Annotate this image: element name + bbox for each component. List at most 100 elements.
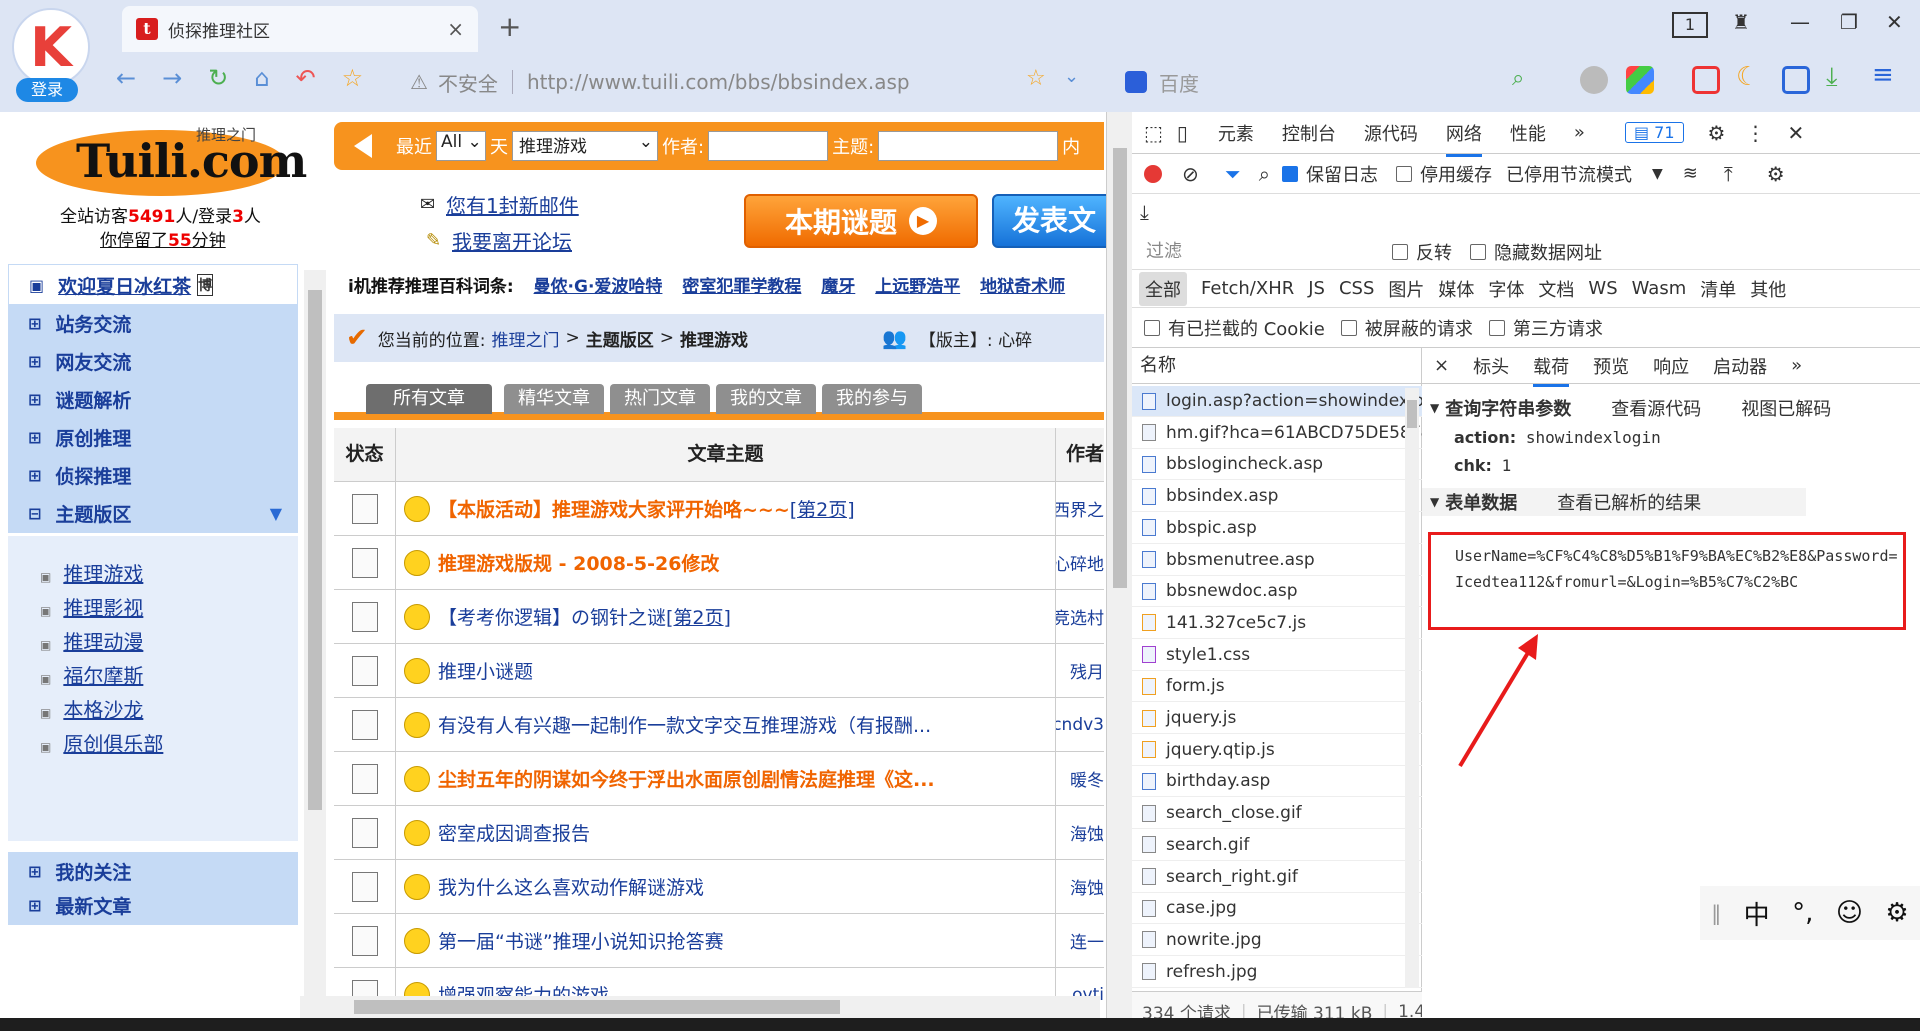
form-data-value[interactable]: UserName=%CF%C4%C8%D5%B1%F9%BA%EC%B2%E8&… (1428, 532, 1906, 630)
author-input[interactable] (708, 131, 829, 161)
scrollbar-thumb[interactable] (1407, 400, 1417, 428)
close-devtools-icon[interactable]: ✕ (1787, 121, 1804, 145)
table-row[interactable]: 密室成因调查报告 海蚀 (334, 806, 1104, 860)
close-window-icon[interactable]: ✕ (1886, 10, 1903, 34)
wiki-link[interactable]: 魔牙 (821, 277, 855, 297)
inspect-icon[interactable]: ⬚ (1144, 121, 1163, 145)
request-row[interactable]: hm.gif?hca=61ABCD75DE58F87 (1132, 418, 1422, 449)
type-filter-all[interactable]: 全部 (1139, 271, 1187, 306)
view-decoded-button[interactable]: 视图已解码 (1741, 395, 1831, 421)
type-filter[interactable]: JS (1308, 278, 1325, 299)
new-mail-link[interactable]: 您有1封新邮件 (446, 190, 579, 219)
search-box[interactable]: 百度 (1125, 62, 1565, 102)
night-mode-icon[interactable]: ☾ (1736, 62, 1759, 92)
bookmark-star-icon[interactable]: ☆ (1026, 66, 1046, 91)
filter-icon[interactable]: ⏷ (1225, 162, 1241, 186)
request-row[interactable]: bbsmenutree.asp (1132, 545, 1422, 576)
table-row[interactable]: 尘封五年的阴谋如今终于浮出水面原创剧情法庭推理《这... 暖冬 (334, 752, 1104, 806)
home-icon[interactable]: ⌂ (254, 64, 269, 92)
pdf-icon[interactable] (1692, 66, 1720, 94)
sidebar-subitem[interactable]: 福尔摩斯 (40, 660, 143, 689)
ime-punctuation-toggle[interactable]: °, (1792, 898, 1813, 928)
download-har-icon[interactable]: ⤓ (1140, 200, 1149, 224)
breadcrumb-section[interactable]: 主题版区 (586, 326, 654, 351)
request-row[interactable]: bbsindex.asp (1132, 481, 1422, 513)
post-title-link[interactable]: 我为什么这么喜欢动作解谜游戏 (438, 873, 704, 900)
sidebar-subitem[interactable]: 推理游戏 (40, 558, 143, 587)
sidebar-item-site-affairs[interactable]: ⊞ 站务交流 (8, 304, 298, 346)
request-row[interactable]: search_right.gif (1132, 862, 1422, 893)
tab-performance[interactable]: 性能 (1510, 120, 1546, 146)
network-settings-icon[interactable]: ⚙ (1767, 162, 1785, 186)
type-filter[interactable]: 字体 (1488, 276, 1524, 302)
chevron-down-icon[interactable]: ▼ (1652, 166, 1663, 182)
clear-icon[interactable]: ⊘ (1182, 162, 1199, 186)
post-author[interactable]: 海蚀 (1056, 860, 1104, 913)
undo-close-icon[interactable]: ↶ (296, 64, 316, 92)
sidebar-subitem[interactable]: 推理动漫 (40, 626, 143, 655)
post-author[interactable]: 连一 (1056, 914, 1104, 967)
leave-forum-link[interactable]: 我要离开论坛 (452, 226, 572, 255)
site-logo[interactable]: Tuili.com 推理之门 (36, 124, 307, 204)
menu-icon[interactable]: ≡ (1872, 60, 1894, 90)
request-row[interactable]: search.gif (1132, 830, 1422, 861)
sidebar-item-latest[interactable]: ⊞ 最新文章 (8, 886, 298, 928)
forward-icon[interactable]: → (162, 64, 182, 92)
view-source-button[interactable]: 查看源代码 (1611, 395, 1701, 421)
tab-featured-posts[interactable]: 精华文章 (504, 384, 604, 414)
collapse-arrow-icon[interactable] (354, 134, 372, 158)
request-row[interactable]: bbslogincheck.asp (1132, 449, 1422, 481)
login-button[interactable]: 登录 (16, 78, 78, 102)
ime-settings-icon[interactable]: ⚙ (1885, 898, 1908, 928)
more-detail-tabs-button[interactable]: » (1791, 355, 1802, 376)
request-row[interactable]: birthday.asp (1132, 766, 1422, 798)
ime-grip[interactable]: ‖ (1711, 901, 1721, 925)
sidebar-subitem[interactable]: 本格沙龙 (40, 694, 143, 723)
preserve-log-checkbox[interactable] (1281, 165, 1298, 182)
left-frame-scrollbar[interactable] (304, 270, 326, 1031)
request-row[interactable]: case.jpg (1132, 893, 1422, 925)
sidebar-item-detective[interactable]: ⊞ 侦探推理 (8, 456, 298, 498)
post-title-link[interactable]: 尘封五年的阴谋如今终于浮出水面原创剧情法庭推理《这... (438, 765, 935, 792)
tab-initiator[interactable]: 启动器 (1713, 353, 1767, 379)
post-author[interactable]: 海蚀 (1056, 806, 1104, 859)
scrollbar-thumb[interactable] (1113, 148, 1127, 588)
type-filter[interactable]: 图片 (1388, 276, 1424, 302)
close-detail-button[interactable]: × (1434, 355, 1449, 376)
blocked-cookies-checkbox[interactable] (1144, 319, 1160, 336)
query-params-section[interactable]: ▼ 查询字符串参数 查看源代码 视图已解码 (1422, 394, 1920, 422)
horizontal-scrollbar[interactable] (300, 996, 1100, 1018)
upload-icon[interactable]: ⤒ (1724, 162, 1733, 186)
network-conditions-icon[interactable]: ≋ (1683, 163, 1698, 184)
view-parsed-button[interactable]: 查看已解析的结果 (1557, 489, 1701, 515)
refresh-icon[interactable]: ↻ (208, 64, 228, 92)
filter-input[interactable]: 过滤 (1140, 238, 1380, 266)
post-page-link[interactable]: [第2页] (790, 495, 855, 522)
post-button[interactable]: 发表文 (992, 194, 1106, 248)
url-text[interactable]: http://www.tuili.com/bbs/bbsindex.asp (527, 70, 910, 94)
tab-my-posts[interactable]: 我的文章 (716, 384, 816, 414)
back-icon[interactable]: ← (116, 64, 136, 92)
type-filter[interactable]: 文档 (1538, 276, 1574, 302)
invert-checkbox[interactable] (1392, 243, 1408, 260)
type-filter[interactable]: 其他 (1750, 276, 1786, 302)
request-row[interactable]: jquery.qtip.js (1132, 735, 1422, 766)
dropdown-chevron-icon[interactable]: ⌄ (1064, 66, 1079, 87)
issues-badge[interactable]: ▤ 71 (1624, 122, 1684, 143)
request-row[interactable]: form.js (1132, 671, 1422, 703)
sidebar-item-original[interactable]: ⊞ 原创推理 (8, 418, 298, 460)
ime-language-toggle[interactable]: 中 (1744, 895, 1770, 932)
board-select[interactable]: 推理游戏 ⌄ (512, 131, 658, 161)
type-filter[interactable]: Wasm (1632, 278, 1687, 299)
table-row[interactable]: 推理游戏版规 - 2008-5-26修改 心碎地 (334, 536, 1104, 590)
more-tabs-button[interactable]: » (1574, 122, 1585, 143)
request-row[interactable]: 141.327ce5c7.js (1132, 608, 1422, 639)
table-row[interactable]: 【考考你逻辑】の钢针之谜[第2页]我要竞选村 (334, 590, 1104, 644)
browser-logo[interactable]: K 登录 (10, 8, 92, 102)
device-toggle-icon[interactable]: ▯ (1177, 121, 1188, 145)
settings-icon[interactable]: ⚙ (1708, 121, 1726, 145)
favorite-icon[interactable]: ☆ (342, 64, 364, 92)
breadcrumb-home-link[interactable]: 推理之门 (492, 326, 560, 351)
request-row[interactable]: login.asp?action=showindexlogin (1132, 386, 1422, 417)
browser-tab[interactable]: t 侦探推理社区 × (122, 6, 478, 52)
